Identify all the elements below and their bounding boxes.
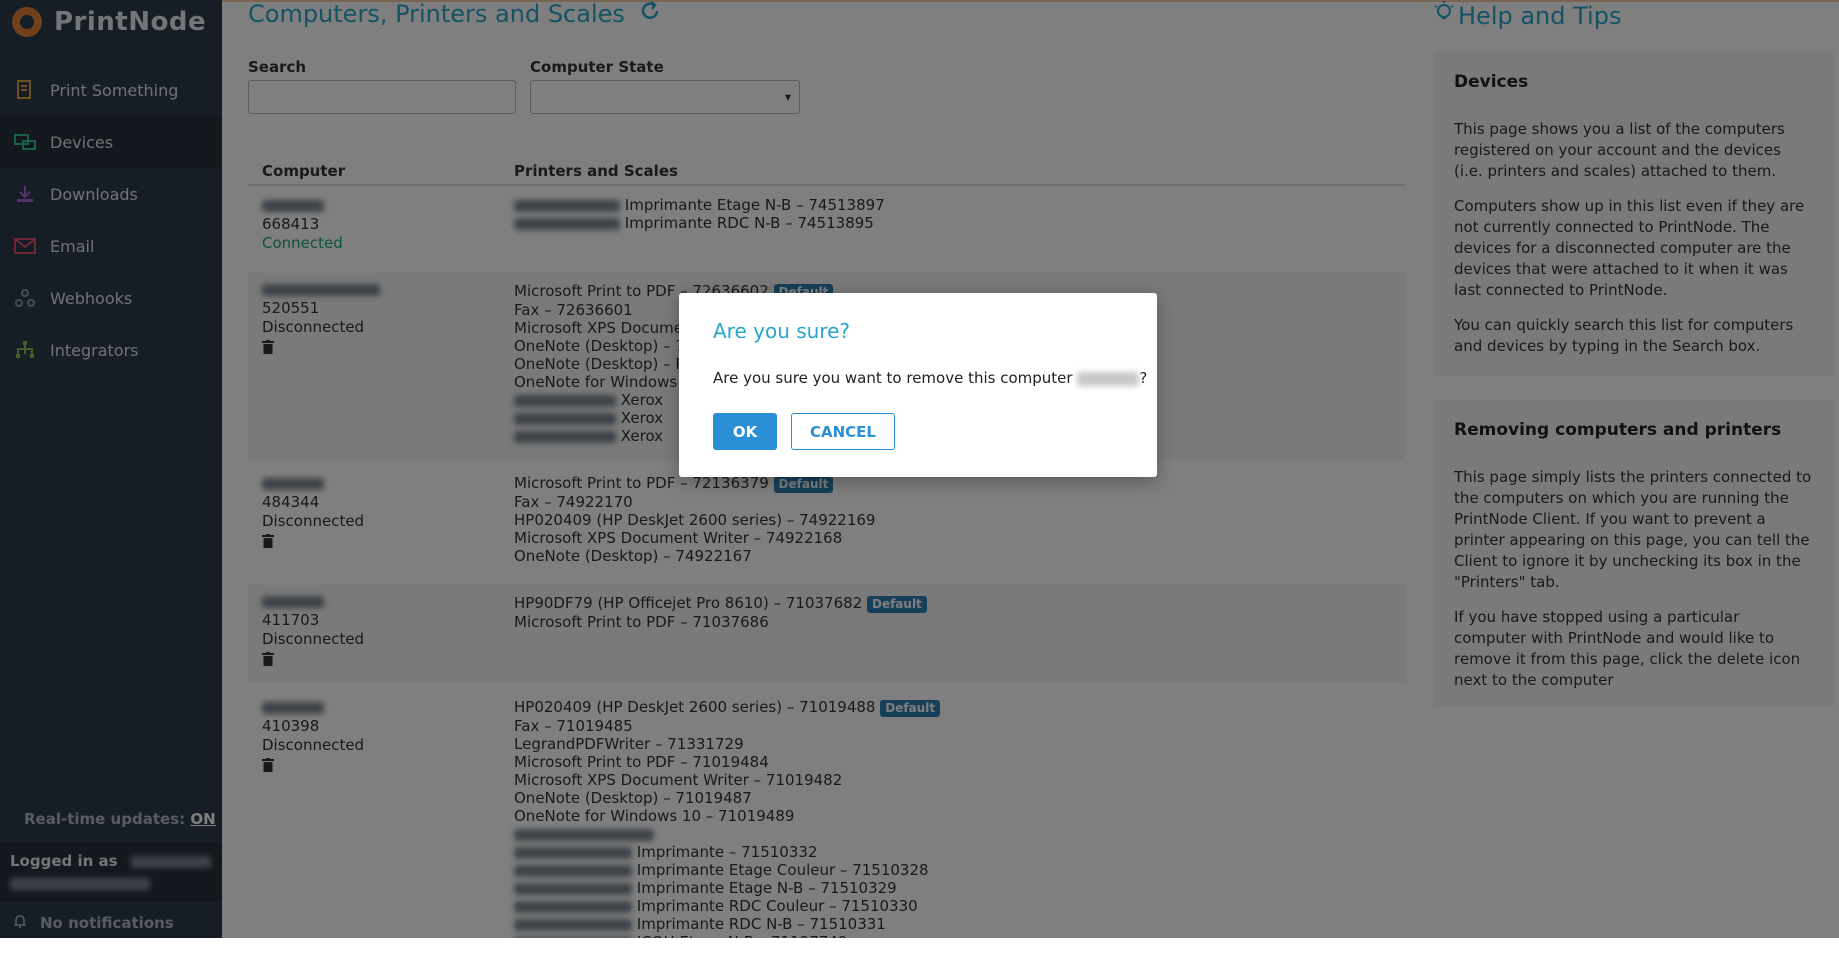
dialog-message-text: Are you sure you want to remove this com… [713,369,1073,387]
dialog-message-suffix: ? [1139,369,1148,387]
ok-button[interactable]: OK [713,413,777,450]
dialog-title: Are you sure? [713,319,851,343]
bottom-strip [0,938,1839,965]
dialog-message: Are you sure you want to remove this com… [713,369,1147,387]
redacted-computer-name [1077,371,1140,386]
confirm-dialog: Are you sure? Are you sure you want to r… [679,293,1157,477]
cancel-button[interactable]: CANCEL [791,413,895,450]
